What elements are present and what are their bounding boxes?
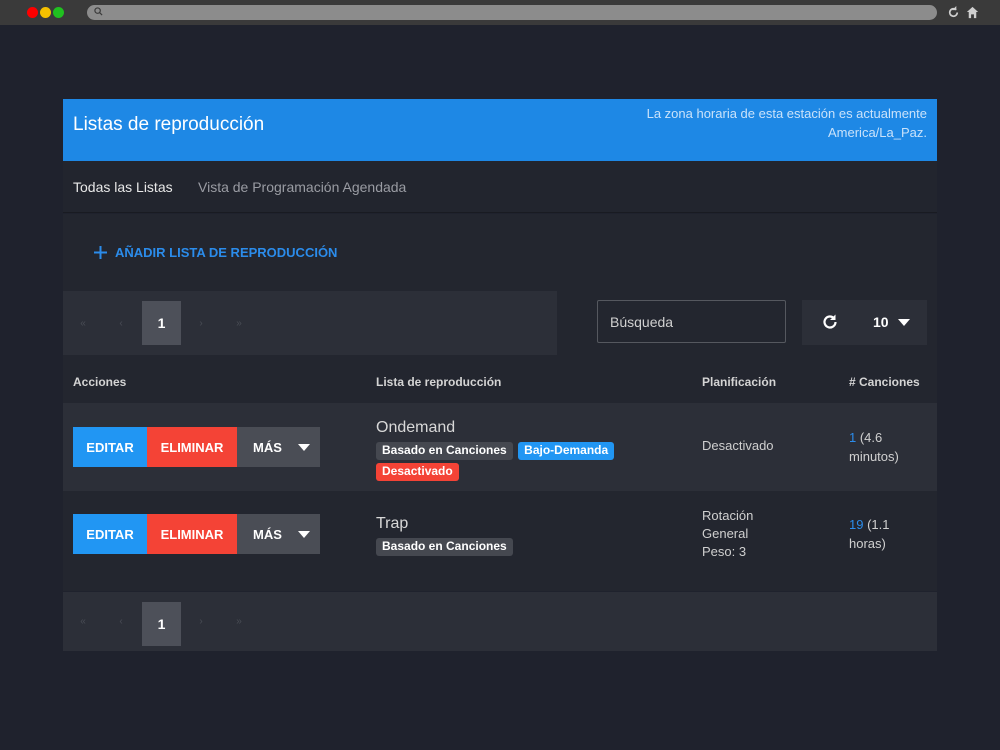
tab-schedule-view[interactable]: Vista de Programación Agendada <box>198 179 406 195</box>
more-label: MÁS <box>253 526 282 542</box>
pagination-top: « ‹ 1 › » <box>63 291 557 355</box>
row-actions: EDITAR ELIMINAR MÁS <box>73 514 320 554</box>
timezone-notice: La zona horaria de esta estación es actu… <box>647 104 927 142</box>
delete-button[interactable]: ELIMINAR <box>147 427 237 467</box>
next-page-button[interactable]: › <box>191 592 211 651</box>
page-1-button[interactable]: 1 <box>142 602 181 646</box>
chevron-down-icon <box>297 530 310 538</box>
column-header-song-count[interactable]: # Canciones <box>849 375 920 389</box>
duration-unit: minutos) <box>849 449 899 464</box>
chevron-down-icon <box>297 443 310 451</box>
address-bar[interactable] <box>87 5 937 20</box>
search-input[interactable] <box>597 300 786 343</box>
badge-disabled: Desactivado <box>376 463 459 481</box>
song-count-cell: 19 (1.1 horas) <box>849 515 929 553</box>
duration-text: (4.6 <box>856 430 883 445</box>
first-page-button[interactable]: « <box>73 291 93 355</box>
window-close-dot[interactable] <box>27 7 38 18</box>
playlist-badges: Basado en Canciones <box>376 537 636 558</box>
timezone-value: America/La_Paz. <box>828 125 927 140</box>
tab-all-playlists[interactable]: Todas las Listas <box>73 179 173 195</box>
song-count-link[interactable]: 19 <box>849 517 863 532</box>
schedule-cell: Desactivado <box>702 437 774 455</box>
chevron-down-icon[interactable] <box>898 319 910 326</box>
row-actions: EDITAR ELIMINAR MÁS <box>73 427 320 467</box>
card-header: Listas de reproducción La zona horaria d… <box>63 99 937 161</box>
song-count-cell: 1 (4.6 minutos) <box>849 428 929 466</box>
timezone-line: La zona horaria de esta estación es actu… <box>646 106 927 121</box>
table-toolbar: 10 <box>802 300 927 345</box>
window-maximize-dot[interactable] <box>53 7 64 18</box>
window-minimize-dot[interactable] <box>40 7 51 18</box>
add-playlist-label: AÑADIR LISTA DE REPRODUCCIÓN <box>115 244 338 260</box>
more-button[interactable]: MÁS <box>237 427 320 467</box>
last-page-button[interactable]: » <box>229 291 249 355</box>
playlist-name: Trap <box>376 515 409 532</box>
column-header-schedule[interactable]: Planificación <box>702 375 776 389</box>
last-page-button[interactable]: » <box>229 592 249 651</box>
edit-button[interactable]: EDITAR <box>73 514 147 554</box>
plus-icon <box>94 245 107 259</box>
more-button[interactable]: MÁS <box>237 514 320 554</box>
next-page-button[interactable]: › <box>191 291 211 355</box>
home-icon[interactable] <box>965 5 980 20</box>
badge-song-based: Basado en Canciones <box>376 538 513 556</box>
table-row: EDITAR ELIMINAR MÁS Ondemand Basado en C… <box>63 403 937 491</box>
schedule-line: General <box>702 526 749 541</box>
edit-button[interactable]: EDITAR <box>73 427 147 467</box>
playlist-badges: Basado en Canciones Bajo-Demanda Desacti… <box>376 441 636 483</box>
browser-chrome <box>0 0 1000 25</box>
column-header-actions[interactable]: Acciones <box>73 375 126 389</box>
page-title: Listas de reproducción <box>73 114 265 135</box>
badge-on-demand: Bajo-Demanda <box>518 442 615 460</box>
per-page-select[interactable]: 10 <box>873 314 889 330</box>
badge-song-based: Basado en Canciones <box>376 442 513 460</box>
delete-button[interactable]: ELIMINAR <box>147 514 237 554</box>
reload-icon[interactable] <box>946 5 961 20</box>
first-page-button[interactable]: « <box>73 592 93 651</box>
schedule-weight: Peso: 3 <box>702 544 747 559</box>
schedule-line: Desactivado <box>702 438 774 453</box>
schedule-line: Rotación <box>702 508 754 523</box>
more-label: MÁS <box>253 439 282 455</box>
table-row: EDITAR ELIMINAR MÁS Trap Basado en Canci… <box>63 491 937 591</box>
add-playlist-button[interactable]: AÑADIR LISTA DE REPRODUCCIÓN <box>93 242 337 262</box>
duration-unit: horas) <box>849 536 886 551</box>
playlist-name: Ondemand <box>376 419 456 436</box>
column-header-playlist[interactable]: Lista de reproducción <box>376 375 501 389</box>
pagination-bottom: « ‹ 1 › » <box>63 592 937 651</box>
refresh-icon[interactable] <box>820 312 840 332</box>
prev-page-button[interactable]: ‹ <box>111 291 131 355</box>
duration-text: (1.1 <box>863 517 890 532</box>
schedule-cell: Rotación General Peso: 3 <box>702 507 753 561</box>
tab-bar: Todas las Listas Vista de Programación A… <box>63 161 937 213</box>
page-1-button[interactable]: 1 <box>142 301 181 345</box>
prev-page-button[interactable]: ‹ <box>111 592 131 651</box>
search-icon <box>94 7 103 16</box>
